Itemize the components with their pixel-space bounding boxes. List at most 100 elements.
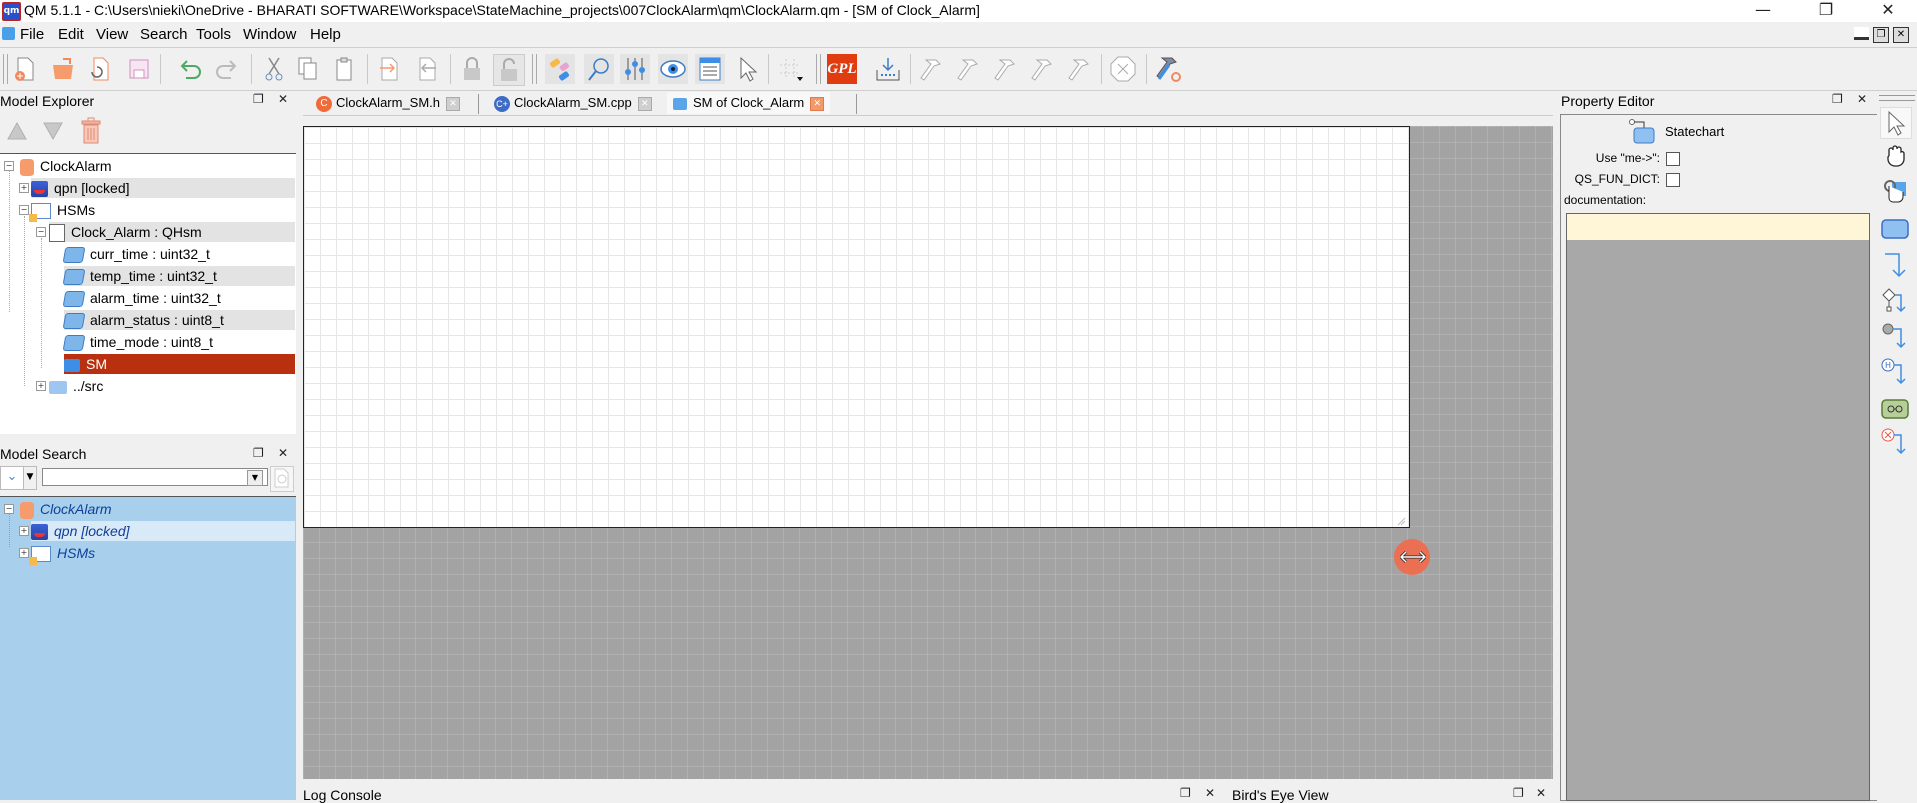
- use-me-checkbox[interactable]: [1666, 152, 1680, 166]
- log-console-icon[interactable]: [695, 54, 725, 84]
- menu-help[interactable]: Help: [310, 26, 341, 43]
- choice-tool-icon[interactable]: [1880, 287, 1910, 317]
- cut-icon[interactable]: [259, 54, 289, 84]
- toolbar-grip[interactable]: [816, 54, 821, 84]
- menu-tools[interactable]: Tools: [196, 26, 231, 43]
- generate-code-icon[interactable]: [873, 54, 903, 84]
- stop-icon[interactable]: [1108, 54, 1138, 84]
- close-dock-button[interactable]: ✕: [1205, 786, 1215, 800]
- menu-view[interactable]: View: [96, 26, 128, 43]
- reload-model-icon[interactable]: [84, 54, 114, 84]
- search-mode-dropdown[interactable]: ▼: [23, 466, 37, 490]
- tab-clockalarm-sm-h[interactable]: C ClockAlarm_SM.h ✕: [316, 92, 461, 114]
- documentation-editor[interactable]: [1566, 213, 1870, 801]
- find-icon[interactable]: [584, 54, 614, 84]
- resize-handle-icon[interactable]: [1396, 515, 1406, 526]
- tree-item-selected[interactable]: SM: [64, 354, 295, 374]
- expand-toggle[interactable]: +: [19, 548, 29, 558]
- tree-item[interactable]: ClockAlarm: [20, 156, 296, 176]
- search-input[interactable]: [42, 468, 268, 486]
- move-up-icon[interactable]: [6, 120, 28, 146]
- close-tab-button[interactable]: ✕: [810, 96, 825, 111]
- close-dock-button[interactable]: ✕: [278, 446, 288, 460]
- search-options-button[interactable]: ⌄: [0, 466, 24, 490]
- tree-item[interactable]: qpn [locked]: [31, 178, 295, 198]
- gpl-license-icon[interactable]: GPL: [827, 54, 857, 84]
- new-model-icon[interactable]: [10, 54, 40, 84]
- search-result-item[interactable]: qpn [locked]: [31, 521, 295, 541]
- move-down-icon[interactable]: [42, 120, 64, 146]
- float-dock-button[interactable]: ❐: [1832, 92, 1843, 106]
- menu-search[interactable]: Search: [140, 26, 188, 43]
- select-icon[interactable]: [733, 54, 763, 84]
- terminate-tool-icon[interactable]: [1880, 428, 1910, 458]
- close-dock-button[interactable]: ✕: [1857, 92, 1867, 106]
- transition-tool-icon[interactable]: [1880, 250, 1910, 280]
- delete-icon[interactable]: [80, 117, 102, 149]
- build-target-icon[interactable]: [1027, 54, 1057, 84]
- open-model-icon[interactable]: [48, 54, 78, 84]
- expand-toggle[interactable]: +: [19, 183, 29, 193]
- tab-clockalarm-sm-cpp[interactable]: C+ ClockAlarm_SM.cpp ✕: [494, 92, 652, 114]
- manage-tools-icon[interactable]: [1153, 54, 1183, 84]
- qs-fun-dict-checkbox[interactable]: [1666, 173, 1680, 187]
- tree-item[interactable]: alarm_status : uint8_t: [62, 310, 295, 330]
- expand-toggle[interactable]: +: [36, 381, 46, 391]
- build-icon[interactable]: [916, 54, 946, 84]
- float-dock-button[interactable]: ❐: [1180, 786, 1191, 800]
- paste-icon[interactable]: [330, 54, 360, 84]
- minimize-button[interactable]: —: [1740, 0, 1786, 22]
- collapse-toggle[interactable]: −: [4, 504, 14, 514]
- collapse-toggle[interactable]: −: [36, 227, 46, 237]
- save-model-icon[interactable]: [124, 54, 154, 84]
- close-dock-button[interactable]: ✕: [278, 92, 288, 106]
- tree-item[interactable]: alarm_time : uint32_t: [62, 288, 295, 308]
- collapse-toggle[interactable]: −: [4, 161, 14, 171]
- float-dock-button[interactable]: ❐: [253, 92, 264, 106]
- collapse-toggle[interactable]: −: [19, 205, 29, 215]
- rebuild-icon[interactable]: [953, 54, 983, 84]
- copy-icon[interactable]: [292, 54, 322, 84]
- import-icon[interactable]: [375, 54, 405, 84]
- touch-tool-icon[interactable]: [1880, 176, 1910, 206]
- select-tool-icon[interactable]: [1880, 107, 1912, 139]
- close-tab-button[interactable]: ✕: [637, 96, 652, 111]
- undo-icon[interactable]: [176, 54, 206, 84]
- float-dock-button[interactable]: ❐: [1513, 786, 1524, 800]
- toolbar-grip[interactable]: [3, 54, 8, 84]
- expand-toggle[interactable]: +: [19, 526, 29, 536]
- property-editor-icon[interactable]: [620, 54, 650, 84]
- float-dock-button[interactable]: ❐: [253, 446, 264, 460]
- search-result-item[interactable]: ClockAlarm: [20, 499, 296, 519]
- search-result-item[interactable]: HSMs: [29, 543, 295, 566]
- state-tool-icon[interactable]: [1880, 214, 1910, 244]
- run-icon[interactable]: [1064, 54, 1094, 84]
- tab-sm-of-clock-alarm[interactable]: SM of Clock_Alarm ✕: [667, 92, 831, 114]
- statechart-diagram[interactable]: [303, 126, 1410, 528]
- menu-file[interactable]: File: [20, 26, 44, 43]
- tree-item[interactable]: Clock_Alarm : QHsm: [49, 222, 295, 243]
- mdi-minimize-button[interactable]: [1854, 27, 1869, 40]
- tree-item[interactable]: temp_time : uint32_t: [62, 266, 295, 286]
- export-icon[interactable]: [411, 54, 441, 84]
- tree-item[interactable]: HSMs: [29, 200, 295, 223]
- restore-button[interactable]: ❐: [1803, 0, 1849, 22]
- find-button[interactable]: [270, 466, 294, 492]
- documentation-current-line[interactable]: [1567, 214, 1869, 240]
- close-dock-button[interactable]: ✕: [1536, 786, 1546, 800]
- close-window-button[interactable]: ✕: [1865, 0, 1911, 22]
- tree-item[interactable]: curr_time : uint32_t: [62, 244, 295, 264]
- pan-tool-icon[interactable]: [1880, 141, 1910, 171]
- redo-icon[interactable]: [211, 54, 241, 84]
- tree-item[interactable]: time_mode : uint8_t: [62, 332, 295, 352]
- mdi-restore-button[interactable]: ❐: [1873, 27, 1889, 43]
- submachine-tool-icon[interactable]: [1880, 394, 1910, 424]
- history-tool-icon[interactable]: H: [1880, 358, 1910, 388]
- lock-icon[interactable]: [457, 54, 487, 84]
- search-history-dropdown[interactable]: ▼: [247, 470, 263, 486]
- view-icon[interactable]: [658, 54, 688, 84]
- menu-edit[interactable]: Edit: [58, 26, 84, 43]
- tree-item[interactable]: ../src: [49, 376, 295, 396]
- initial-transition-tool-icon[interactable]: [1880, 322, 1910, 352]
- palette-grip[interactable]: [1879, 95, 1915, 101]
